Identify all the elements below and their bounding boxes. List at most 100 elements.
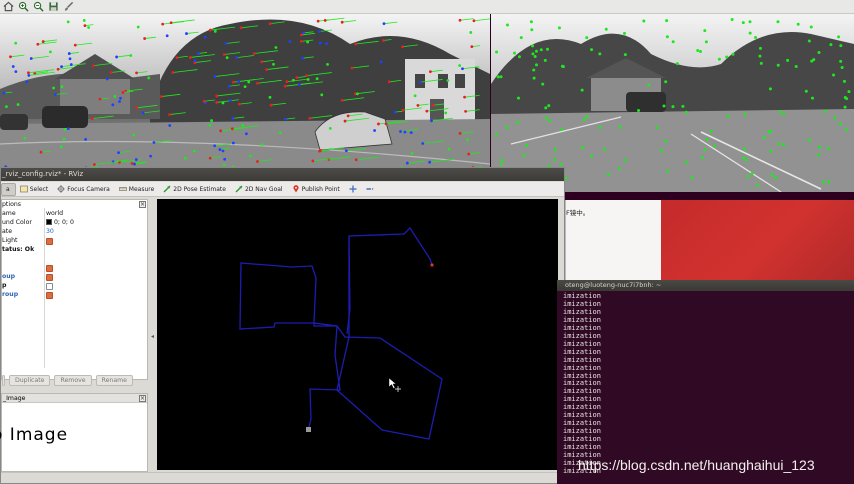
feature-point (39, 150, 43, 154)
feature-point (16, 103, 20, 106)
feature-point (27, 73, 31, 77)
row-key: ate (2, 228, 13, 235)
checkbox[interactable] (46, 265, 53, 272)
select-tool[interactable]: Select (16, 183, 54, 196)
feature-point (647, 83, 651, 87)
feature-point (796, 22, 800, 26)
frame-rate-row[interactable]: ate 30 (2, 228, 147, 237)
measure-tool[interactable]: Measure (115, 183, 160, 196)
feature-point (14, 41, 18, 45)
nav-goal-tool[interactable]: 2D Nav Goal (231, 183, 288, 196)
checkbox[interactable] (46, 274, 53, 281)
feature-point (326, 62, 329, 66)
feature-point (393, 110, 397, 114)
feature-point (165, 34, 169, 38)
feature-point (413, 94, 417, 98)
feature-point (664, 139, 668, 143)
feature-point (553, 148, 557, 152)
feature-point (622, 31, 626, 35)
feature-point (118, 100, 121, 103)
row-value[interactable]: 0; 0; 0 (46, 219, 74, 226)
rename-button[interactable]: Rename (95, 375, 133, 386)
feature-point (344, 149, 348, 153)
start-pose-marker (306, 427, 311, 432)
feature-point (54, 93, 57, 96)
feature-point (93, 163, 96, 166)
global-options-row[interactable]: ptions (2, 201, 147, 210)
feature-point (188, 56, 192, 59)
feature-point (709, 129, 713, 133)
fixed-frame-row[interactable]: ame world (2, 210, 147, 219)
feature-point (288, 40, 292, 43)
feature-point (464, 109, 467, 113)
add-button[interactable] (2, 375, 5, 386)
desktop-wallpaper (661, 200, 854, 280)
display-group-row[interactable]: roup (2, 291, 147, 300)
feature-point (90, 117, 94, 121)
feature-point (237, 102, 241, 106)
feature-point (117, 151, 120, 155)
close-icon[interactable]: × (139, 395, 146, 402)
feature-point (774, 175, 778, 179)
feature-point (505, 23, 509, 27)
feature-point (531, 52, 535, 56)
zoom-out-icon[interactable] (32, 1, 44, 13)
feature-point (245, 132, 248, 136)
focus-camera-tool[interactable]: Focus Camera (53, 183, 115, 196)
feature-point (66, 127, 70, 130)
background-color-row[interactable]: und Color 0; 0; 0 (2, 219, 147, 228)
pose-estimate-tool[interactable]: 2D Pose Estimate (159, 183, 231, 196)
feature-point (759, 61, 763, 65)
duplicate-button[interactable]: Duplicate (9, 375, 51, 386)
checkbox[interactable] (46, 292, 53, 299)
default-light-row[interactable]: Light (2, 237, 147, 246)
row-key: und Color (2, 219, 32, 226)
global-status-row[interactable]: tatus: Ok (2, 246, 147, 255)
feature-point (224, 42, 228, 45)
crosshair-icon (349, 185, 357, 193)
feature-point (27, 71, 30, 75)
remove-button[interactable]: Remove (54, 375, 92, 386)
publish-point-tool[interactable]: Publish Point (288, 183, 345, 196)
save-icon[interactable] (47, 1, 59, 13)
feature-point (782, 143, 786, 147)
display-group-row[interactable]: oup (2, 273, 147, 282)
feature-tracking-image (0, 14, 490, 179)
feature-point (794, 64, 798, 68)
display-row[interactable]: p (2, 282, 147, 291)
row-value[interactable]: 30 (46, 228, 54, 235)
feature-point (845, 97, 849, 101)
terminal-window: oteng@luoteng-nuc7i7bnh: ~ imization imiz… (557, 280, 854, 484)
feature-point (159, 95, 163, 98)
feature-point (750, 171, 754, 175)
splitter-handle[interactable]: ◂ (151, 333, 155, 340)
interact-tool[interactable]: a (1, 182, 16, 196)
3d-viewport[interactable] (157, 199, 558, 470)
brush-icon[interactable] (62, 1, 74, 13)
feature-point (268, 95, 272, 99)
feature-point (466, 138, 470, 142)
feature-point (428, 70, 432, 74)
feature-point (382, 22, 386, 26)
feature-point (829, 43, 833, 47)
feature-point (56, 67, 60, 71)
zoom-in-icon[interactable] (17, 1, 29, 13)
feature-point (606, 173, 610, 177)
checkbox[interactable] (46, 238, 53, 245)
feature-point (810, 96, 814, 100)
display-row[interactable] (2, 264, 147, 273)
row-value[interactable]: world (46, 210, 63, 217)
checkbox[interactable] (46, 283, 53, 290)
add-tool-button[interactable] (345, 183, 362, 196)
home-icon[interactable] (2, 1, 14, 13)
feature-point (41, 40, 45, 43)
feature-point (231, 141, 235, 145)
remove-tool-menu[interactable] (362, 183, 379, 196)
feature-point (548, 119, 552, 123)
feature-point (754, 35, 758, 39)
feature-point (311, 159, 315, 163)
feature-point (742, 147, 746, 151)
feature-point (302, 31, 305, 35)
editor-text: F镜中。 (566, 209, 590, 217)
feature-point (213, 75, 217, 78)
